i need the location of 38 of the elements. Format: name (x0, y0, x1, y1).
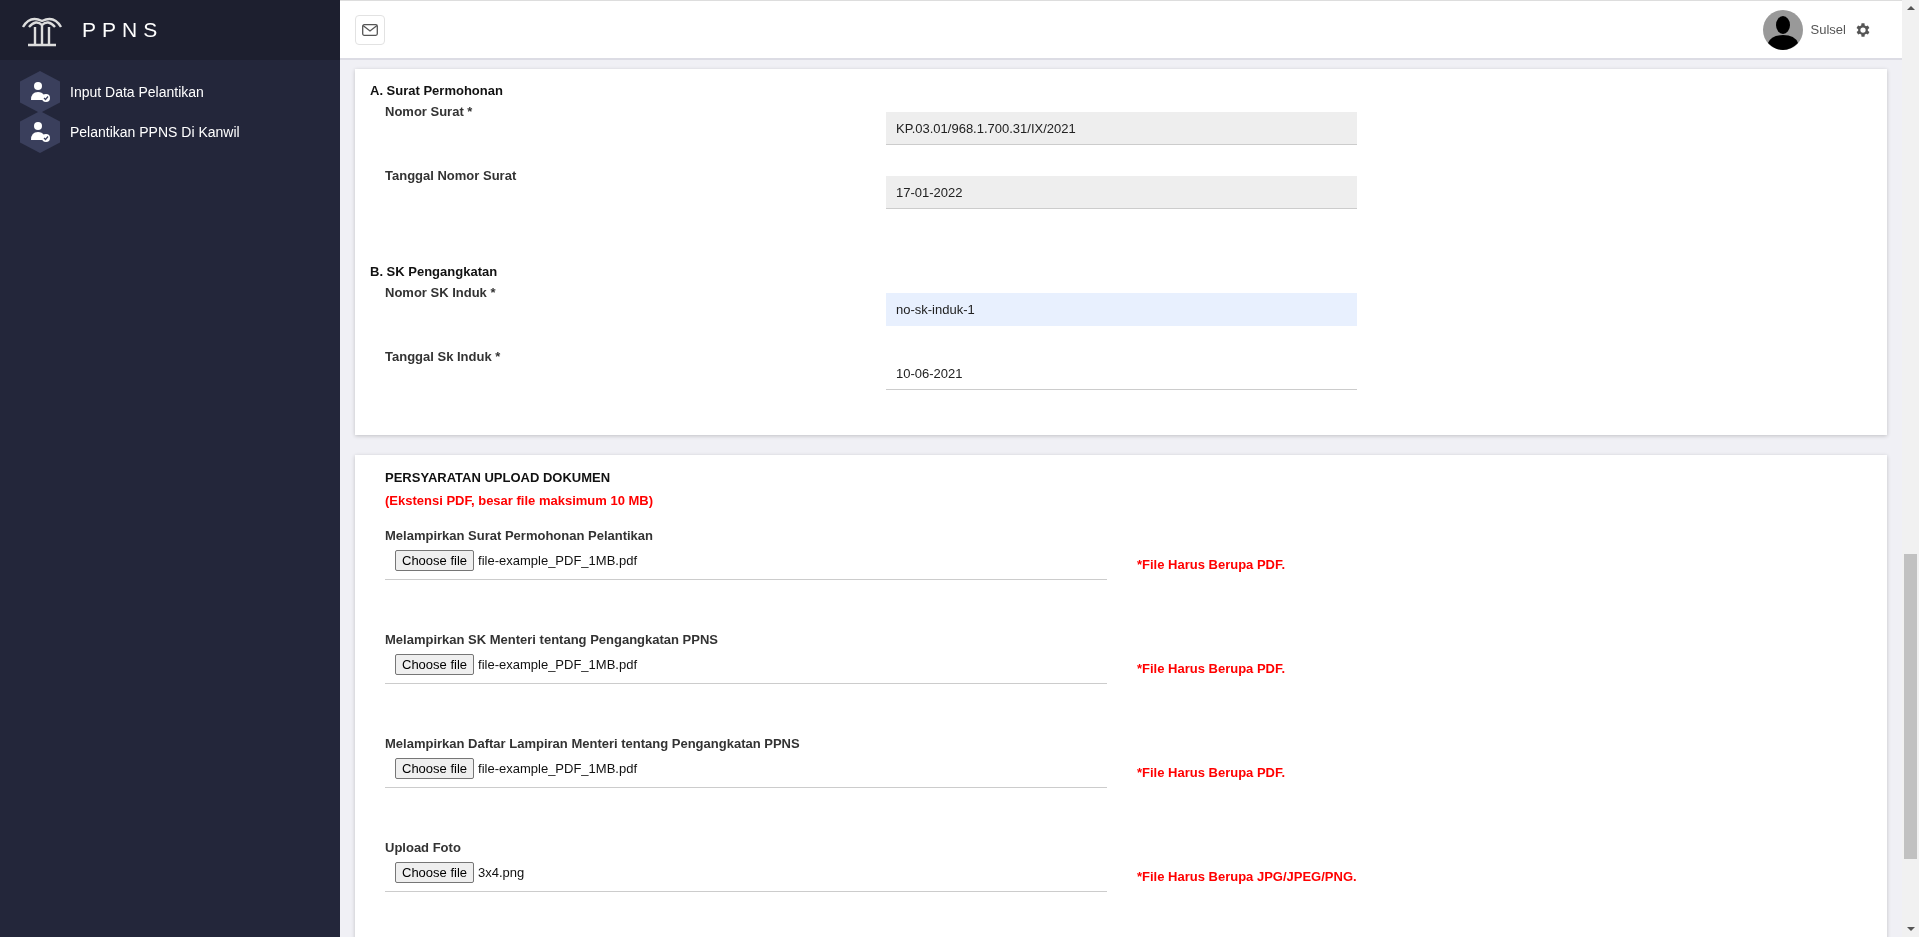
choose-file-button[interactable]: Choose file (395, 550, 475, 571)
field-label: Tanggal Sk Induk * (384, 349, 502, 366)
sidebar-item[interactable]: Input Data Pelantikan (0, 72, 340, 112)
field-label: Melampirkan Surat Permohonan Pelantikan (385, 528, 655, 543)
mail-button[interactable] (355, 14, 385, 45)
file-hint: *File Harus Berupa JPG/JPEG/PNG. (1137, 869, 1357, 884)
file-name: 3x4.png (478, 865, 525, 880)
field-label: Melampirkan Daftar Lampiran Menteri tentang Pengangkatan PPNS (385, 736, 801, 751)
section-title: A. Surat Permohonan (370, 83, 504, 98)
field-label: Tanggal Nomor Surat (384, 168, 518, 185)
user-check-icon (20, 111, 60, 153)
upload-note: (Ekstensi PDF, besar file maksimum 10 MB) (385, 493, 655, 508)
choose-file-button[interactable]: Choose file (395, 758, 475, 779)
field-label: Nomor SK Induk * (384, 285, 497, 302)
text-field[interactable]: KP.03.01/968.1.700.31/IX/2021 (886, 112, 1357, 145)
brand-name: PPNS (82, 18, 164, 42)
file-hint: *File Harus Berupa PDF. (1137, 557, 1286, 572)
settings-icon[interactable] (1854, 20, 1872, 39)
field-label: Melampirkan SK Menteri tentang Pengangkatan PPNS (385, 632, 720, 647)
mail-icon (362, 23, 378, 36)
file-hint: *File Harus Berupa PDF. (1137, 661, 1286, 676)
sidebar-item[interactable]: Pelantikan PPNS Di Kanwil (0, 112, 340, 152)
text-field[interactable]: 17-01-2022 (886, 176, 1357, 209)
text-field[interactable]: no-sk-induk-1 (886, 293, 1357, 326)
user-check-icon (20, 71, 60, 113)
avatar-icon[interactable] (1762, 9, 1803, 50)
field-label: Upload Foto (385, 840, 462, 855)
file-name: file-example_PDF_1MB.pdf (478, 657, 637, 672)
field-label: Nomor Surat * (384, 104, 474, 121)
user-name[interactable]: Sulsel (1810, 22, 1846, 37)
file-name: file-example_PDF_1MB.pdf (478, 553, 637, 568)
choose-file-button[interactable]: Choose file (395, 862, 475, 883)
section-title: PERSYARATAN UPLOAD DOKUMEN (385, 470, 612, 485)
choose-file-button[interactable]: Choose file (395, 654, 475, 675)
scrollbar[interactable] (1902, 0, 1919, 937)
section-title: B. SK Pengangkatan (370, 264, 499, 279)
file-name: file-example_PDF_1MB.pdf (478, 761, 637, 776)
file-hint: *File Harus Berupa PDF. (1137, 765, 1286, 780)
